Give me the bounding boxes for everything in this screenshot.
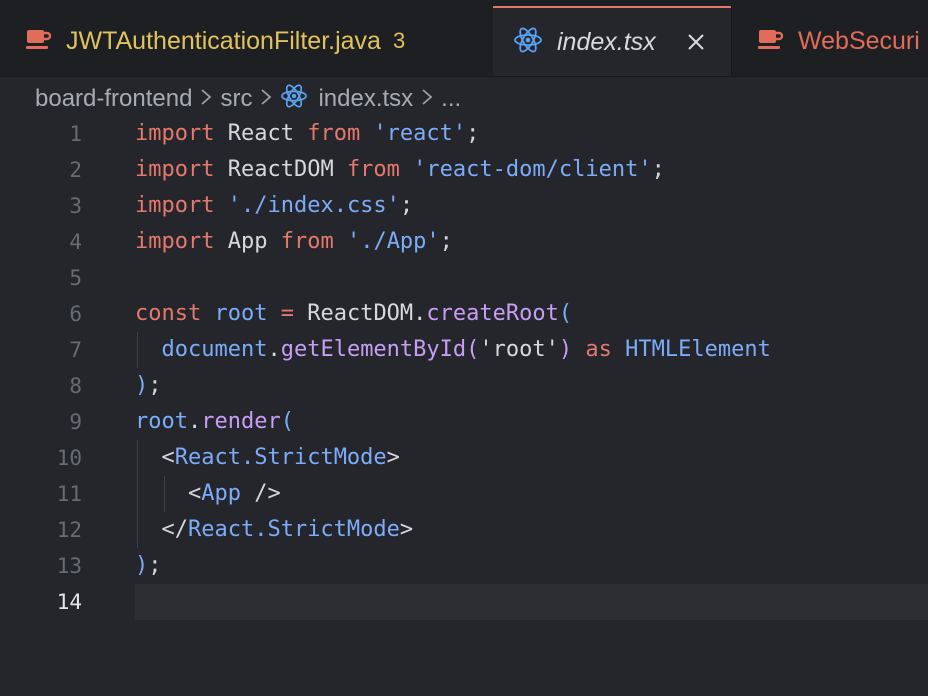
tab-jwt-authentication-filter[interactable]: JWTAuthenticationFilter.java 3 — [0, 6, 492, 76]
chevron-right-icon — [200, 85, 212, 113]
tab-index-tsx[interactable]: index.tsx — [493, 6, 731, 76]
line-number: 6 — [69, 302, 82, 326]
code-line: 10 <React.StrictMode> — [0, 440, 928, 476]
line-number: 12 — [56, 518, 82, 542]
line-number: 11 — [56, 482, 82, 506]
java-cup-icon — [758, 28, 784, 55]
code-editor[interactable]: 1 import React from 'react'; 2 import Re… — [0, 116, 928, 696]
code-line: 6 const root = ReactDOM.createRoot( — [0, 296, 928, 332]
line-number: 8 — [69, 374, 82, 398]
line-number: 9 — [69, 410, 82, 434]
code-line: 3 import './index.css'; — [0, 188, 928, 224]
line-number: 2 — [69, 158, 82, 182]
breadcrumb-item-index-tsx[interactable]: index.tsx — [318, 85, 413, 113]
code-line: 8 ); — [0, 368, 928, 404]
code-text: ); — [135, 373, 162, 398]
react-icon — [280, 83, 308, 116]
tab-label: JWTAuthenticationFilter.java — [66, 26, 381, 55]
code-text: document.getElementById('root') as HTMLE… — [161, 337, 771, 362]
code-text: </React.StrictMode> — [135, 517, 414, 542]
tab-label: index.tsx — [557, 27, 656, 56]
code-line: 4 import App from './App'; — [0, 224, 928, 260]
java-cup-icon — [26, 28, 52, 55]
code-line: 11 <App /> — [0, 476, 928, 512]
line-number: 10 — [56, 446, 82, 470]
breadcrumb-item-src[interactable]: src — [220, 85, 252, 113]
breadcrumb: board-frontend src index.tsx ... — [0, 77, 928, 121]
code-text: import ReactDOM from 'react-dom/client'; — [135, 157, 665, 182]
close-icon[interactable] — [686, 32, 706, 52]
code-text: root.render( — [135, 409, 294, 434]
react-icon — [513, 26, 543, 59]
line-number: 7 — [69, 338, 82, 362]
code-text: import React from 'react'; — [135, 121, 480, 146]
code-line: 1 import React from 'react'; — [0, 116, 928, 152]
code-text: import './index.css'; — [135, 193, 414, 218]
tab-label: WebSecuri — [798, 26, 920, 55]
code-text: const root = ReactDOM.createRoot( — [135, 301, 573, 326]
code-text: ); — [135, 553, 162, 578]
tab-bar: JWTAuthenticationFilter.java 3 index.tsx… — [0, 0, 928, 77]
code-line: 9 root.render( — [0, 404, 928, 440]
code-line: 5 — [0, 260, 928, 296]
code-text: <React.StrictMode> — [135, 445, 400, 470]
code-line-current: 14 — [0, 584, 928, 620]
code-text: import App from './App'; — [135, 229, 453, 254]
line-number: 3 — [69, 194, 82, 218]
breadcrumb-item-more[interactable]: ... — [441, 85, 461, 113]
line-number: 1 — [69, 122, 82, 146]
code-line: 2 import ReactDOM from 'react-dom/client… — [0, 152, 928, 188]
code-line: 7 document.getElementById('root') as HTM… — [0, 332, 928, 368]
tab-web-security[interactable]: WebSecuri — [731, 6, 928, 76]
breadcrumb-item-board-frontend[interactable]: board-frontend — [35, 85, 192, 113]
problem-count-badge: 3 — [392, 28, 406, 53]
chevron-right-icon — [421, 85, 433, 113]
line-number: 5 — [69, 266, 82, 290]
line-number: 14 — [56, 590, 82, 614]
code-text: <App /> — [135, 481, 281, 506]
line-number: 13 — [56, 554, 82, 578]
line-number: 4 — [69, 230, 82, 254]
code-line: 13 ); — [0, 548, 928, 584]
chevron-right-icon — [260, 85, 272, 113]
code-line: 12 </React.StrictMode> — [0, 512, 928, 548]
